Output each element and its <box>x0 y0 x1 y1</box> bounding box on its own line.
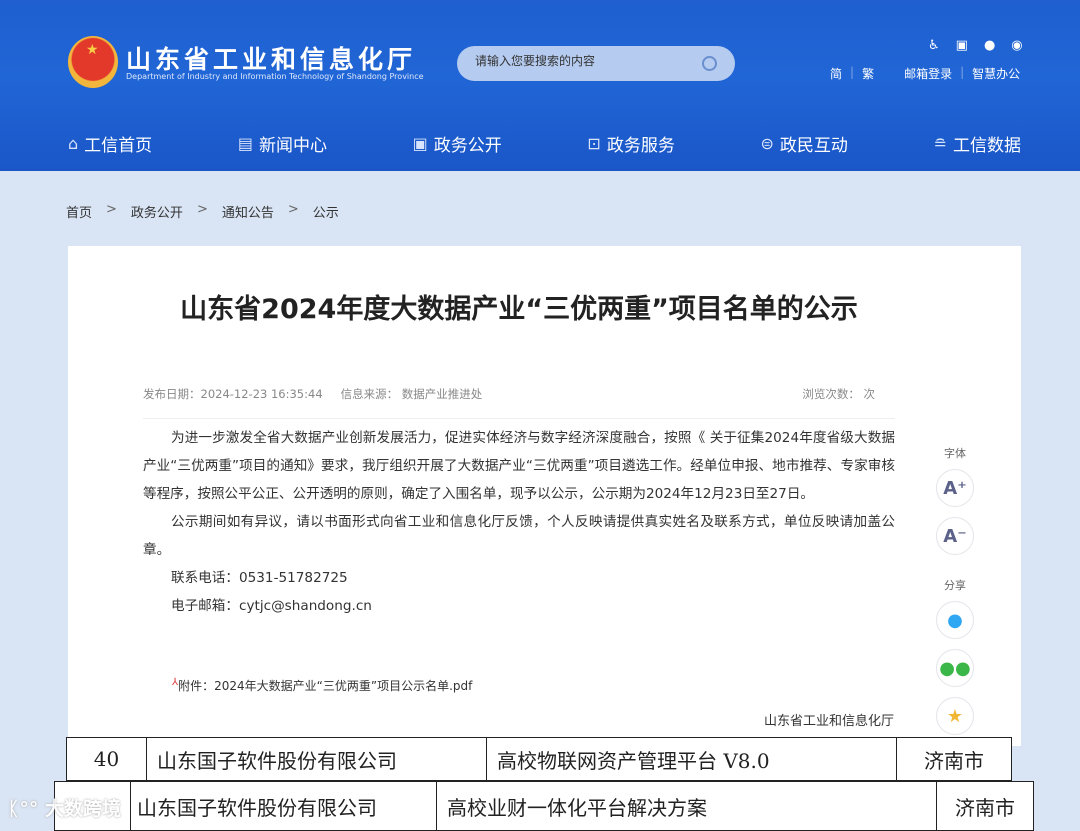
contact-email: 电子邮箱：cytjc@shandong.cn <box>171 598 372 614</box>
article-meta: 发布日期：2024-12-23 16:35:44 信息来源： 数据产业推进处 浏… <box>143 386 895 402</box>
database-icon: ≘ <box>933 134 947 153</box>
attachment-link[interactable]: ⅄附件：2024年大数据产业“三优两重”项目公示名单.pdf <box>172 677 472 694</box>
font-label: 字体 <box>944 447 966 460</box>
nav-gov-service[interactable]: ⊡ 政务服务 <box>587 131 674 156</box>
breadcrumb-notices[interactable]: 通知公告 <box>222 202 274 221</box>
smart-office-link[interactable]: 智慧办公 <box>972 65 1020 82</box>
site-title: 山东省工业和信息化厅 <box>126 45 417 74</box>
paragraph: 为进一步激发全省大数据产业创新发展活力，促进实体经济与数字经济深度融合，按照《 … <box>143 430 895 502</box>
table-row: 40 山东国子软件股份有限公司 高校物联网资产管理平台 V8.0 济南市 <box>66 737 1012 781</box>
wechat-share-icon[interactable]: ●● <box>936 649 974 687</box>
divider <box>143 418 895 419</box>
qq-share-icon[interactable]: ● <box>936 601 974 639</box>
nav-gov-affairs[interactable]: ▣ 政务公开 <box>413 131 502 156</box>
simplified-link[interactable]: 简 <box>830 65 842 82</box>
contact-phone: 联系电话：0531-51782725 <box>171 570 348 586</box>
nav-data[interactable]: ≘ 工信数据 <box>934 131 1021 156</box>
wechat-icon[interactable]: ● <box>984 38 995 53</box>
share-label: 分享 <box>944 579 966 592</box>
view-count: 浏览次数： 次 <box>802 387 875 401</box>
chat-icon: ⊜ <box>760 134 774 153</box>
monitor-icon: ▣ <box>412 134 428 153</box>
font-decrease-button[interactable]: A⁻ <box>936 517 974 555</box>
main-nav: ⌂ 工信首页 ▤ 新闻中心 ▣ 政务公开 ⊡ 政务服务 ⊜ 政民互动 ≘ 工信数据 <box>68 131 1021 156</box>
breadcrumb-home[interactable]: 首页 <box>66 202 92 221</box>
publish-date: 发布日期：2024-12-23 16:35:44 <box>143 387 323 401</box>
document-icon: ▤ <box>237 134 253 153</box>
search-icon[interactable] <box>702 56 717 71</box>
nav-home[interactable]: ⌂ 工信首页 <box>68 131 152 156</box>
site-header: ★ 山东省工业和信息化厅 Department of Industry and … <box>0 0 1080 171</box>
service-icon: ⊡ <box>587 134 601 153</box>
search-input[interactable] <box>475 54 695 68</box>
accessibility-icon[interactable]: ♿ <box>928 38 940 53</box>
mail-login-link[interactable]: 邮箱登录 <box>904 65 952 82</box>
paragraph: 公示期间如有异议，请以书面形式向省工业和信息化厅反馈，个人反映请提供真实姓名及联… <box>143 514 895 558</box>
mobile-icon[interactable]: ▣ <box>956 38 968 53</box>
weibo-icon[interactable]: ◉ <box>1011 38 1022 53</box>
font-increase-button[interactable]: A⁺ <box>936 469 974 507</box>
breadcrumb: 首页 > 政务公开 > 通知公告 > 公示 <box>66 202 339 221</box>
breadcrumb-gov-affairs[interactable]: 政务公开 <box>131 202 183 221</box>
national-emblem-logo: ★ <box>68 36 118 88</box>
table-row: 山东国子软件股份有限公司 高校业财一体化平台解决方案 济南市 <box>54 781 1034 831</box>
nav-news[interactable]: ▤ 新闻中心 <box>238 131 327 156</box>
site-subtitle: Department of Industry and Information T… <box>126 72 424 81</box>
info-source: 信息来源： 数据产业推进处 <box>340 387 483 401</box>
qzone-share-icon[interactable]: ★ <box>936 697 974 735</box>
home-icon: ⌂ <box>68 134 79 153</box>
search-box <box>457 46 735 81</box>
nav-interaction[interactable]: ⊜ 政民互动 <box>761 131 848 156</box>
watermark: ᛕ°° 大数跨境 <box>8 798 122 820</box>
side-toolbar: 字体 A⁺ A⁻ 分享 ● ●● ★ <box>934 445 976 745</box>
article-body: 为进一步激发全省大数据产业创新发展活力，促进实体经济与数字经济深度融合，按照《 … <box>143 424 895 620</box>
article-title: 山东省2024年度大数据产业“三优两重”项目名单的公示 <box>180 294 858 325</box>
traditional-link[interactable]: 繁 <box>862 65 874 82</box>
signature: 山东省工业和信息化厅 <box>763 714 894 729</box>
breadcrumb-publicity[interactable]: 公示 <box>313 202 339 221</box>
